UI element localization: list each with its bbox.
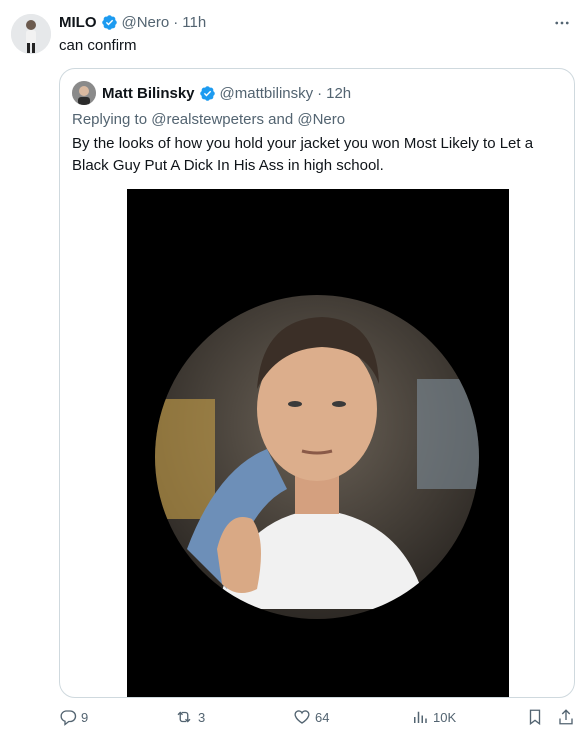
quoted-tweet[interactable]: Matt Bilinsky @mattbilinsky · 12h Replyi…: [59, 68, 575, 698]
replying-prefix: Replying to: [72, 111, 148, 128]
separator-dot: ·: [317, 84, 323, 102]
action-bar: 9 3 64 10K: [59, 708, 575, 736]
tweet[interactable]: MILO @Nero · 11h can confirm Matt Bilins…: [0, 0, 583, 737]
quoted-time[interactable]: 12h: [326, 85, 351, 102]
quoted-text-line: By the looks of how you hold your jacket…: [72, 135, 534, 152]
tweet-text: can confirm: [59, 37, 137, 54]
author-name[interactable]: MILO: [59, 14, 97, 31]
reply-icon: [60, 710, 77, 726]
views-count: 10K: [433, 709, 457, 725]
quoted-text-line: Black Guy Put A Dick In His Ass in high …: [72, 157, 384, 174]
verified-badge-icon: [101, 14, 118, 31]
author-avatar[interactable]: [11, 14, 51, 54]
repost-button[interactable]: 3: [174, 708, 205, 726]
like-count: 64: [315, 709, 330, 725]
like-button[interactable]: 64: [293, 708, 329, 726]
share-icon[interactable]: [557, 708, 575, 731]
reply-user-link[interactable]: @realstewpeters: [151, 111, 264, 128]
more-dots-icon[interactable]: [551, 12, 573, 34]
separator-dot: ·: [173, 14, 179, 31]
reply-button[interactable]: 9: [59, 708, 88, 726]
verified-badge-icon: [199, 85, 216, 102]
replying-and: and: [268, 111, 294, 128]
repost-icon: [177, 711, 191, 723]
bookmark-icon[interactable]: [526, 708, 544, 731]
reply-count: 9: [81, 709, 89, 725]
views-button[interactable]: 10K: [411, 708, 456, 726]
author-header: MILO @Nero · 11h: [59, 14, 206, 31]
quoted-header: Matt Bilinsky @mattbilinsky · 12h: [72, 81, 351, 105]
repost-count: 3: [198, 709, 206, 725]
quoted-avatar[interactable]: [72, 81, 96, 105]
quoted-media-image[interactable]: [127, 189, 509, 697]
quoted-name[interactable]: Matt Bilinsky: [102, 85, 195, 102]
reply-user-link[interactable]: @Nero: [297, 111, 345, 128]
author-handle[interactable]: @Nero: [122, 14, 170, 31]
views-icon: [414, 711, 427, 723]
quoted-handle[interactable]: @mattbilinsky: [220, 85, 314, 102]
heart-icon: [294, 710, 310, 724]
quoted-text: By the looks of how you hold your jacket…: [72, 133, 562, 177]
replying-to: Replying to @realstewpeters and @Nero: [72, 111, 345, 128]
tweet-time[interactable]: 11h: [182, 14, 206, 31]
